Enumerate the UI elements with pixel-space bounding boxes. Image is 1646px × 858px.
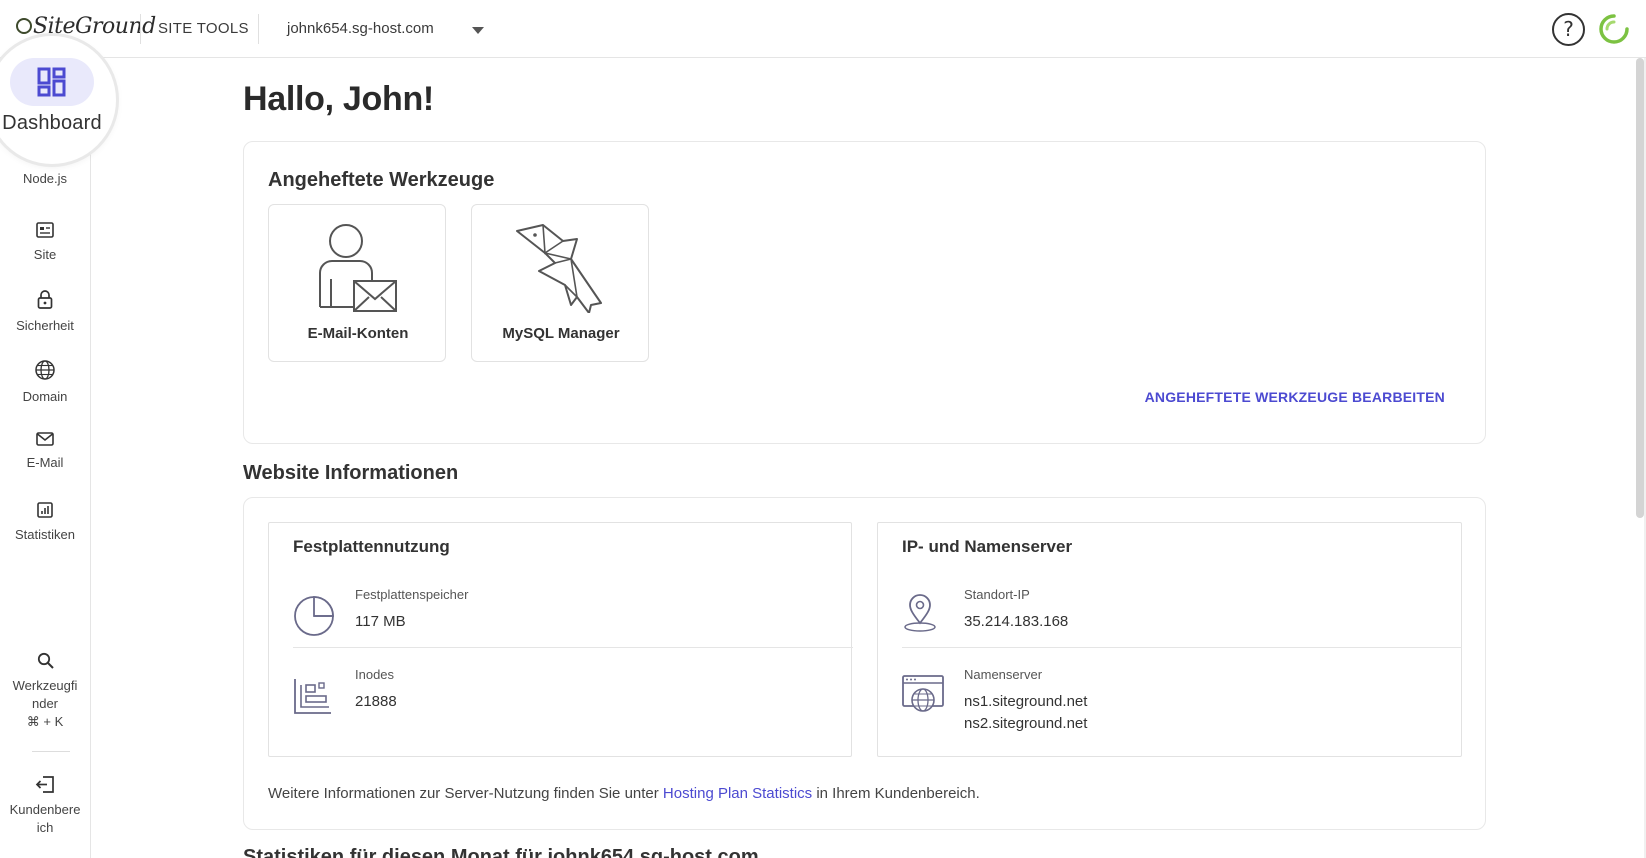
sidebar: Node.js Site Sicherheit Domain E-Mail St… — [0, 58, 91, 858]
topbar-divider — [140, 14, 141, 44]
sidebar-item-domain[interactable]: Domain — [0, 360, 90, 406]
sidebar-item-nodejs[interactable]: Node.js — [0, 170, 90, 188]
disk-usage-title: Festplattennutzung — [293, 537, 450, 556]
sidebar-item-label: E-Mail — [26, 455, 64, 470]
tool-tile-mysql-manager[interactable]: MySQL Manager — [471, 204, 649, 362]
pinned-tools-card: Angeheftete Werkzeuge E-Mail-Konten MySQ… — [243, 141, 1486, 444]
inodes-icon — [294, 679, 331, 714]
hosting-plan-statistics-link[interactable]: Hosting Plan Statistics — [663, 785, 812, 802]
siteground-logo[interactable]: SiteGround — [16, 14, 156, 39]
note-text: in Ihrem Kundenbereich. — [812, 785, 980, 802]
dashboard-label: Dashboard — [2, 112, 102, 134]
loading-spinner-icon — [1599, 14, 1629, 44]
exit-icon — [35, 776, 54, 793]
scrollbar-thumb[interactable] — [1636, 58, 1644, 518]
nameserver-label: Namenserver — [964, 667, 1043, 682]
mysql-dolphin-icon — [516, 224, 602, 313]
sidebar-item-security[interactable]: Sicherheit — [0, 290, 90, 335]
globe-icon — [35, 360, 55, 380]
edit-pinned-tools-link[interactable]: ANGEHEFTETE WERKZEUGE BEARBEITEN — [1145, 389, 1445, 405]
top-bar: SiteGround SITE TOOLS johnk654.sg-host.c… — [0, 0, 1646, 58]
nameserver-1: ns1.siteground.net — [964, 693, 1088, 710]
location-pin-icon — [904, 594, 936, 632]
nameserver-2: ns2.siteground.net — [964, 715, 1088, 732]
pinned-tools-title: Angeheftete Werkzeuge — [268, 169, 495, 191]
nameserver-values: ns1.siteground.net ns2.siteground.net — [964, 691, 1087, 735]
sidebar-item-tool-finder[interactable]: Werkzeugfi nder ⌘ + K — [0, 652, 90, 731]
monthly-stats-title: Statistiken für diesen Monat für johnk65… — [243, 846, 759, 858]
topbar-divider — [258, 14, 259, 44]
stats-icon — [37, 502, 53, 518]
dashboard-pill — [10, 58, 94, 106]
domain-selector[interactable]: johnk654.sg-host.com — [287, 20, 434, 37]
sidebar-item-dashboard[interactable]: Dashboard — [0, 36, 116, 164]
lock-icon — [37, 290, 53, 309]
sidebar-item-label: nder — [31, 696, 59, 711]
sidebar-item-label: Sicherheit — [16, 318, 74, 333]
pie-chart-icon — [294, 596, 334, 636]
tool-label: E-Mail-Konten — [307, 325, 409, 342]
dashboard-icon — [37, 67, 66, 97]
sidebar-divider — [32, 751, 70, 752]
sidebar-item-email[interactable]: E-Mail — [0, 432, 90, 472]
disk-storage-label: Festplattenspeicher — [355, 587, 469, 602]
ip-nameserver-title: IP- und Namenserver — [902, 537, 1073, 556]
site-icon — [36, 222, 54, 238]
browser-globe-icon — [902, 675, 944, 712]
email-accounts-icon — [319, 224, 397, 312]
keyboard-shortcut: ⌘ + K — [26, 714, 64, 729]
page-title: Hallo, John! — [243, 80, 434, 118]
search-icon — [37, 652, 54, 669]
sidebar-item-label: Site — [33, 247, 57, 262]
disk-usage-box: Festplattennutzung Festplattenspeicher 1… — [268, 522, 853, 757]
inodes-label: Inodes — [355, 667, 395, 682]
site-tools-label: SITE TOOLS — [158, 20, 249, 37]
note-text: Weitere Informationen zur Server-Nutzung… — [268, 785, 663, 802]
row-divider — [293, 647, 853, 648]
sidebar-item-client-area[interactable]: Kundenbere ich — [0, 776, 90, 837]
sidebar-item-label: Node.js — [22, 171, 68, 186]
mail-icon — [36, 432, 54, 446]
sidebar-item-label: Kundenbere — [9, 802, 81, 817]
disk-storage-value: 117 MB — [355, 613, 406, 630]
tool-label: MySQL Manager — [502, 325, 620, 342]
sidebar-item-site[interactable]: Site — [0, 222, 90, 264]
ip-nameserver-box: IP- und Namenserver Standort-IP 35.214.1… — [877, 522, 1462, 757]
sidebar-item-label: Statistiken — [15, 527, 75, 542]
sidebar-item-statistics[interactable]: Statistiken — [0, 502, 90, 544]
sidebar-item-label: ich — [36, 820, 54, 835]
sidebar-item-label: Domain — [22, 389, 68, 404]
website-info-title: Website Informationen — [243, 462, 459, 484]
server-usage-note: Weitere Informationen zur Server-Nutzung… — [268, 785, 980, 802]
location-ip-value: 35.214.183.168 — [964, 613, 1069, 630]
inodes-value: 21888 — [355, 693, 397, 710]
sidebar-item-label: Werkzeugfi — [12, 678, 78, 693]
location-ip-label: Standort-IP — [964, 587, 1030, 602]
chevron-down-icon[interactable] — [472, 27, 484, 34]
row-divider — [902, 647, 1462, 648]
website-info-card: Festplattennutzung Festplattenspeicher 1… — [243, 497, 1486, 830]
help-button[interactable]: ? — [1552, 13, 1585, 46]
tool-tile-email-accounts[interactable]: E-Mail-Konten — [268, 204, 446, 362]
logo-mark-icon — [16, 18, 32, 34]
